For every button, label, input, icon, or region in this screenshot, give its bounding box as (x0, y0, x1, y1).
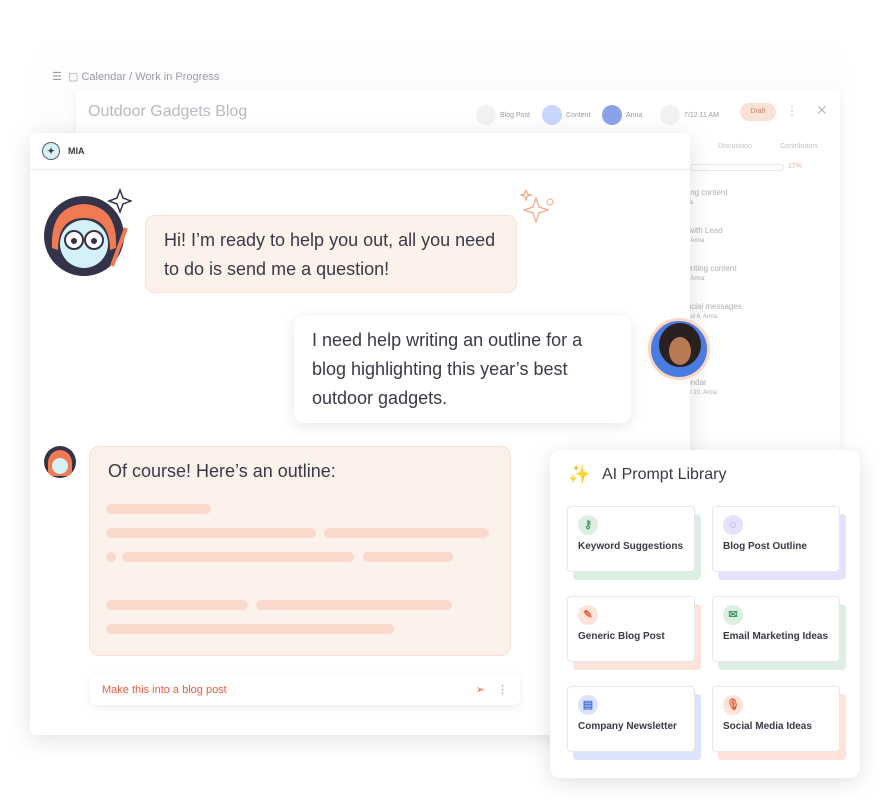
library-title: AI Prompt Library (602, 466, 727, 483)
placeholder-bullet (106, 552, 116, 562)
kebab-icon[interactable]: ⋮ (497, 683, 508, 696)
magic-wand-icon: ✨ (568, 464, 591, 484)
task-item[interactable]: e social messages day Jul 6, Anna (676, 302, 826, 320)
mia-small-avatar (44, 446, 76, 478)
suggestion-input[interactable]: Make this into a blog post ➢ ⋮ (90, 674, 520, 705)
magic-wand-icon: ✦ (42, 142, 60, 160)
dotted-circle-icon: ◌ (723, 515, 743, 535)
kebab-icon[interactable]: ⋮ (786, 104, 798, 118)
assignee-chip[interactable]: Anna (602, 105, 642, 125)
send-icon[interactable]: ➢ (476, 683, 485, 696)
prompt-card-label: Generic Blog Post (578, 631, 665, 642)
category-chip[interactable]: Content (542, 105, 591, 125)
suggestion-text: Make this into a blog post (102, 683, 227, 696)
key-icon: ⚷ (578, 515, 598, 535)
prompt-library-panel: ✨ AI Prompt Library ⚷ Keyword Suggestions… (550, 450, 860, 778)
breadcrumb-calendar[interactable]: Calendar (81, 71, 126, 83)
prompt-card-label: Blog Post Outline (723, 541, 807, 552)
breadcrumb: ☰ ▢ Calendar / Work in Progress (52, 71, 220, 83)
avatar (602, 105, 622, 125)
assistant-message: Hi! I’m ready to help you out, all you n… (145, 215, 517, 293)
prompt-card[interactable]: ✎ Generic Blog Post (567, 596, 695, 662)
placeholder-line (106, 528, 316, 538)
chat-header: ✦ MIA (30, 133, 690, 170)
prompt-card[interactable]: ✉ Email Marketing Ideas (712, 596, 840, 662)
placeholder-line (363, 552, 453, 562)
task-item[interactable]: writing content, Anna (676, 188, 826, 206)
date-chip[interactable]: 7/12 11 AM (660, 105, 719, 125)
progress-value: 17% (788, 163, 803, 170)
breadcrumb-wip[interactable]: Work in Progress (135, 71, 219, 83)
page-title: Outdoor Gadgets Blog (88, 103, 248, 120)
envelope-icon: ✉ (723, 605, 743, 625)
user-message: I need help writing an outline for a blo… (294, 316, 631, 423)
tab-contributors[interactable]: Contributors (780, 143, 818, 150)
type-chip[interactable]: Blog Post (476, 105, 530, 125)
task-item[interactable]: calendar ay Jul 10, Anna (676, 378, 826, 396)
placeholder-line (256, 600, 452, 610)
task-item[interactable]: th writing content rrow, Anna (676, 264, 826, 282)
outline-intro: Of course! Here’s an outline: (108, 461, 336, 481)
prompt-card[interactable]: ⚷ Keyword Suggestions (567, 506, 695, 572)
prompt-card[interactable]: ▤ Company Newsletter (567, 686, 695, 752)
assistant-name: MIA (68, 146, 85, 156)
user-avatar (648, 318, 710, 380)
prompt-card-label: Social Media Ideas (723, 721, 812, 732)
close-icon[interactable]: ✕ (816, 102, 828, 119)
sparkle-icon (518, 190, 554, 224)
prompt-card-label: Email Marketing Ideas (723, 631, 829, 642)
prompt-card-label: Company Newsletter (578, 721, 677, 732)
rss-icon (476, 105, 496, 125)
prompt-card[interactable]: 🎙 Social Media Ideas (712, 686, 840, 752)
microphone-icon: 🎙 (723, 695, 743, 715)
assistant-outline-message: Of course! Here’s an outline: (89, 446, 511, 656)
placeholder-line (324, 528, 489, 538)
edit-document-icon: ✎ (578, 605, 598, 625)
placeholder-line (122, 552, 354, 562)
tab-discussion[interactable]: Discussion (718, 143, 752, 150)
placeholder-line (106, 624, 394, 634)
placeholder-line (106, 504, 211, 514)
status-badge[interactable]: Draft (740, 103, 776, 121)
mia-mascot-avatar (44, 188, 132, 276)
prompt-card-label: Keyword Suggestions (578, 541, 684, 552)
placeholder-line (106, 600, 248, 610)
task-item[interactable]: ew with Lead rrow, Anna (676, 226, 826, 244)
category-icon (542, 105, 562, 125)
newspaper-icon: ▤ (578, 695, 598, 715)
prompt-card[interactable]: ◌ Blog Post Outline (712, 506, 840, 572)
calendar-icon (660, 105, 680, 125)
